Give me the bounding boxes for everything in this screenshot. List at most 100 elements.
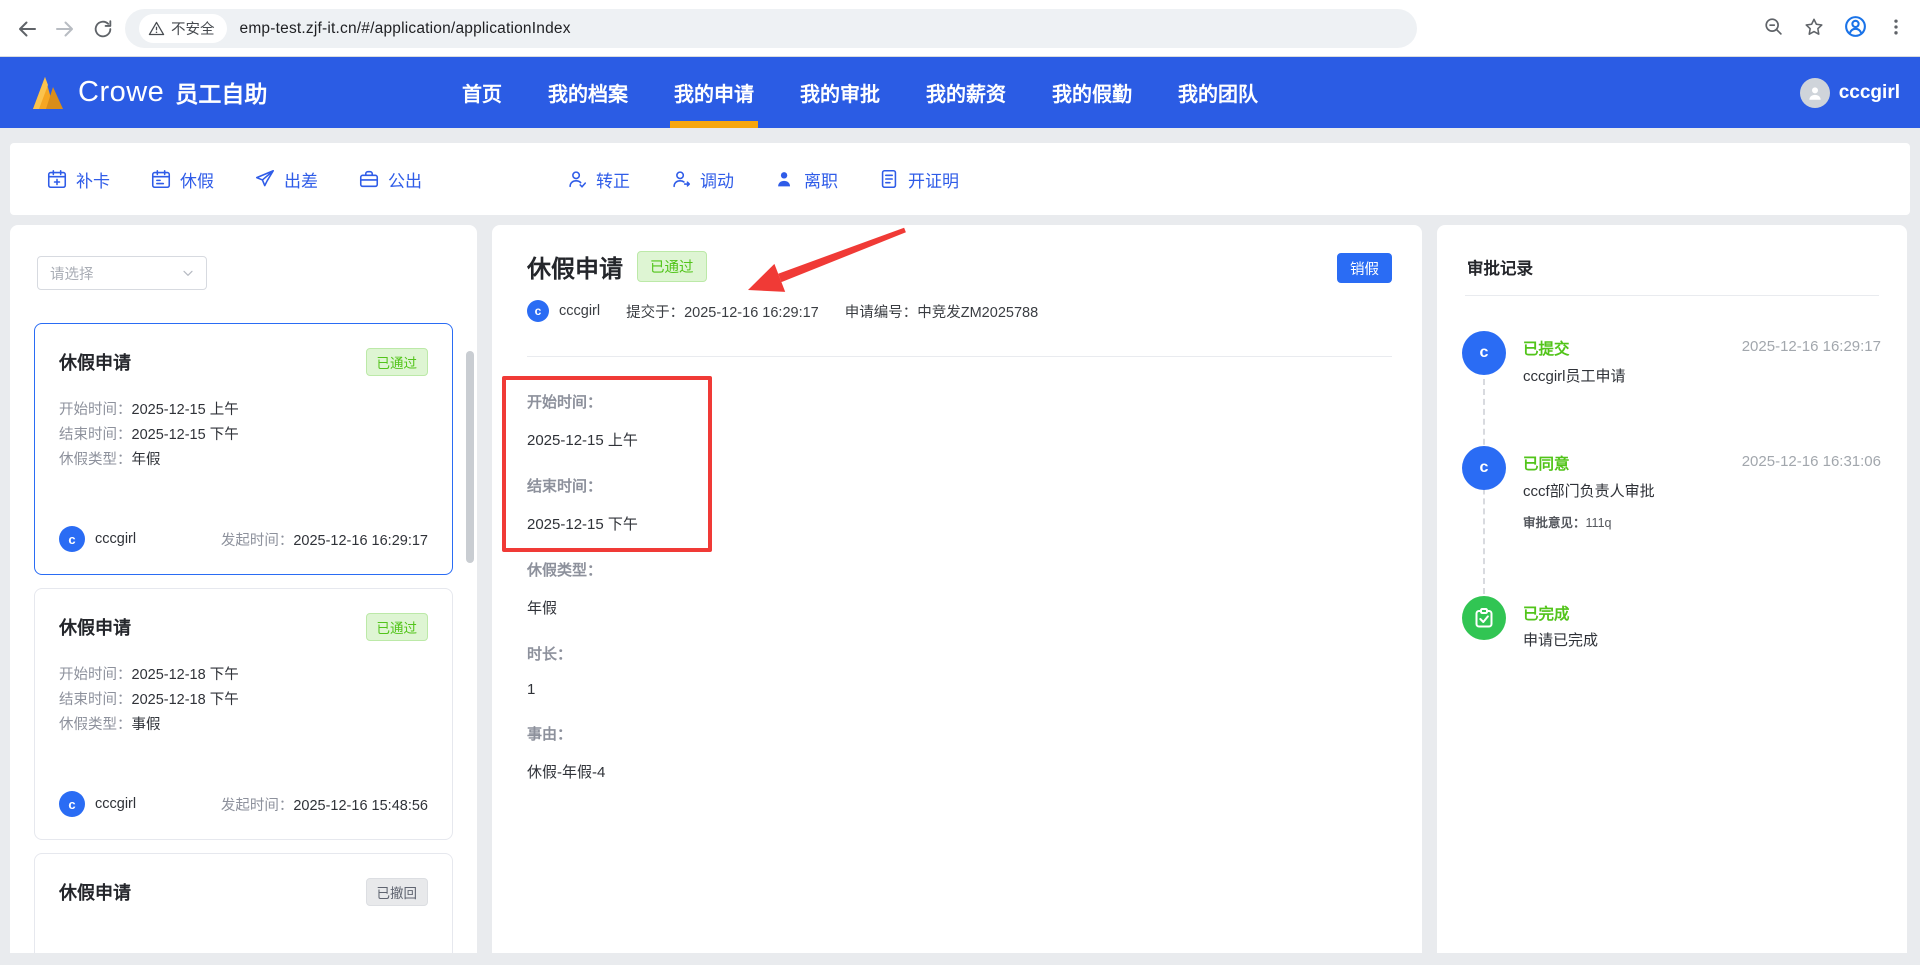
step-time: 2025-12-16 16:29:17: [1741, 338, 1881, 355]
action-label: 开证明: [908, 171, 959, 191]
application-list-sidebar: 请选择 休假申请 已通过 开始时间：2025-12-15 上午 结束时间：202…: [10, 225, 477, 953]
nav-item-home[interactable]: 首页: [462, 57, 502, 128]
forward-icon[interactable]: [50, 14, 80, 44]
submitted-label: 提交于：: [626, 304, 685, 321]
application-detail-panel: 休假申请 已通过 销假 c cccgirl 提交于：2025-12-16 16:…: [492, 225, 1422, 953]
back-icon[interactable]: [12, 14, 42, 44]
refresh-icon[interactable]: [88, 14, 118, 44]
brand-name: Crowe: [78, 75, 165, 108]
card-user: cccgirl: [95, 531, 137, 547]
sidebar-scrollbar[interactable]: [466, 351, 474, 563]
address-bar[interactable]: 不安全 emp-test.zjf-it.cn/#/application/app…: [125, 9, 1417, 48]
application-no: 中竞发ZM2025788: [917, 304, 1039, 321]
detail-field-value: 年假: [527, 600, 558, 617]
filter-placeholder: 请选择: [50, 266, 94, 283]
approval-title: 审批记录: [1467, 260, 1533, 278]
action-kaizhengming[interactable]: 开证明: [878, 167, 959, 192]
status-badge: 已撤回: [365, 878, 428, 906]
divider: [1465, 295, 1879, 296]
detail-title: 休假申请: [527, 256, 623, 283]
application-card[interactable]: 休假申请 已通过 开始时间：2025-12-15 上午 结束时间：2025-12…: [34, 323, 453, 575]
nav-item-my-approvals[interactable]: 我的审批: [800, 57, 880, 128]
nav-item-my-attendance[interactable]: 我的假勤: [1052, 57, 1132, 128]
step-desc: cccf部门负责人审批: [1523, 483, 1655, 500]
action-label: 休假: [180, 171, 214, 191]
initiated-time: 2025-12-16 15:48:56: [293, 797, 428, 814]
field-value: 2025-12-18 下午: [131, 692, 239, 708]
security-chip[interactable]: 不安全: [139, 14, 227, 43]
field-label: 开始时间：: [59, 667, 132, 683]
action-lizhi[interactable]: 离职: [774, 167, 838, 192]
action-diaodong[interactable]: 调动: [670, 167, 734, 192]
filter-select[interactable]: 请选择: [37, 256, 207, 290]
browser-toolbar: 不安全 emp-test.zjf-it.cn/#/application/app…: [0, 0, 1920, 57]
card-title: 休假申请: [59, 618, 131, 638]
security-label: 不安全: [171, 22, 215, 38]
field-label: 休假类型：: [59, 717, 132, 733]
action-buka[interactable]: 补卡: [46, 167, 110, 192]
user-name: cccgirl: [1838, 81, 1900, 103]
step-desc: 申请已完成: [1523, 632, 1599, 649]
briefcase-icon: [359, 170, 379, 188]
status-badge: 已通过: [637, 251, 707, 282]
initiated-label: 发起时间：: [220, 797, 294, 814]
action-zhuanzheng[interactable]: 转正: [566, 167, 630, 192]
divider: [527, 356, 1392, 357]
action-gongchu[interactable]: 公出: [358, 167, 422, 192]
person-check-icon: [569, 171, 587, 188]
nav-item-my-applications[interactable]: 我的申请: [670, 57, 758, 128]
step-desc: cccgirl员工申请: [1523, 368, 1626, 385]
app-title: 员工自助: [175, 81, 268, 107]
chevron-down-icon: [183, 270, 193, 276]
app-header: Crowe 员工自助 首页 我的档案 我的申请 我的审批 我的薪资 我的假勤 我…: [0, 57, 1920, 128]
initiated-time: 2025-12-16 16:29:17: [293, 532, 428, 549]
avatar: c: [527, 300, 549, 322]
card-title: 休假申请: [59, 353, 131, 373]
field-label: 开始时间：: [59, 402, 132, 418]
main-nav: 首页 我的档案 我的申请 我的审批 我的薪资 我的假勤 我的团队: [462, 57, 1258, 128]
warning-triangle-icon: [148, 21, 165, 36]
nav-item-my-salary[interactable]: 我的薪资: [926, 57, 1006, 128]
card-user: cccgirl: [95, 796, 137, 812]
action-chuchai[interactable]: 出差: [254, 167, 318, 192]
detail-field-label: 结束时间：: [527, 478, 603, 495]
comment-label: 审批意见：: [1523, 516, 1586, 530]
calendar-plus-icon: [47, 169, 67, 189]
revoke-leave-button[interactable]: 销假: [1337, 253, 1392, 283]
url-text: emp-test.zjf-it.cn/#/application/applica…: [239, 19, 571, 37]
nav-item-my-profile[interactable]: 我的档案: [548, 57, 628, 128]
application-card[interactable]: 休假申请 已撤回: [34, 853, 453, 953]
detail-field-value: 休假-年假-4: [527, 764, 606, 781]
status-badge: 已通过: [365, 348, 428, 376]
user-avatar-icon: [1799, 77, 1830, 108]
field-label: 休假类型：: [59, 452, 132, 468]
kebab-menu-icon[interactable]: [1886, 17, 1906, 37]
detail-field-label: 事由：: [527, 726, 573, 743]
application-card[interactable]: 休假申请 已通过 开始时间：2025-12-18 下午 结束时间：2025-12…: [34, 588, 453, 840]
profile-icon[interactable]: [1843, 14, 1868, 39]
nav-item-my-team[interactable]: 我的团队: [1178, 57, 1258, 128]
clipboard-check-icon: [1475, 608, 1493, 628]
submitter-name: cccgirl: [559, 303, 601, 319]
initiated-label: 发起时间：: [220, 532, 294, 549]
person-leave-icon: [778, 172, 791, 187]
step-status: 已完成: [1523, 606, 1570, 623]
calendar-icon: [151, 169, 171, 189]
action-label: 出差: [284, 171, 318, 191]
detail-field-label: 开始时间：: [527, 394, 603, 411]
avatar: c: [59, 791, 85, 817]
bookmark-star-icon[interactable]: [1803, 16, 1825, 38]
application-no-label: 申请编号：: [844, 304, 918, 321]
action-label: 转正: [596, 171, 630, 191]
field-value: 2025-12-15 下午: [131, 427, 239, 443]
card-title: 休假申请: [59, 883, 131, 903]
plane-icon: [255, 169, 275, 187]
submitted-time: 2025-12-16 16:29:17: [684, 304, 819, 321]
timeline-node-avatar: c: [1462, 331, 1506, 375]
zoom-out-icon[interactable]: [1763, 16, 1785, 38]
timeline-node-avatar: c: [1462, 446, 1506, 490]
action-label: 补卡: [76, 171, 110, 191]
user-menu[interactable]: cccgirl: [1799, 57, 1900, 128]
action-xiujia[interactable]: 休假: [150, 167, 214, 192]
detail-field-value: 1: [527, 681, 536, 698]
